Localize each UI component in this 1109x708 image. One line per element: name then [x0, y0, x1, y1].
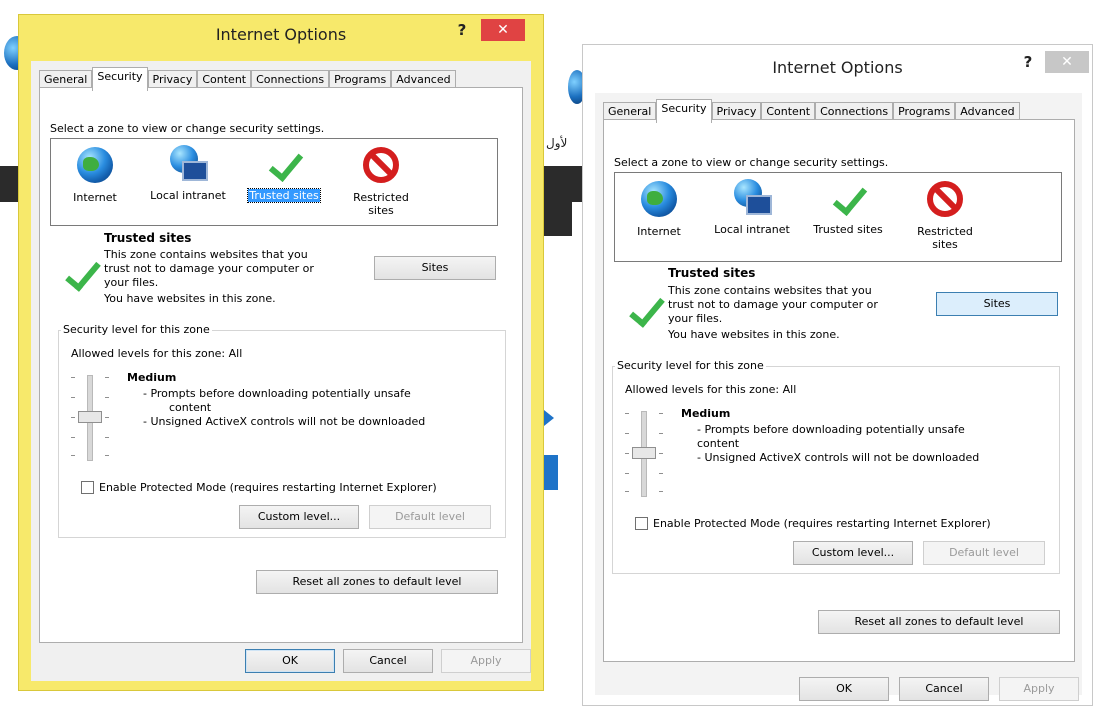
title-bar: Internet Options ? ✕ — [583, 45, 1092, 85]
background-dark-strip — [544, 166, 582, 202]
sites-button[interactable]: Sites — [936, 292, 1058, 316]
tab-security[interactable]: Security — [656, 99, 712, 123]
reset-all-zones-button[interactable]: Reset all zones to default level — [256, 570, 498, 594]
background-arrow-icon — [544, 410, 554, 426]
group-title: Security level for this zone — [615, 359, 766, 372]
level-description: - Prompts before downloading potentially… — [143, 387, 411, 400]
level-name: Medium — [127, 371, 177, 384]
close-button[interactable]: ✕ — [1045, 51, 1089, 73]
zone-restricted-sites[interactable]: Restricted sites — [905, 179, 985, 251]
zone-internet[interactable]: Internet — [65, 145, 125, 204]
allowed-levels: Allowed levels for this zone: All — [625, 383, 797, 396]
zone-internet[interactable]: Internet — [629, 179, 689, 238]
zone-description: trust not to damage your computer or — [104, 262, 314, 275]
trusted-sites-icon — [60, 256, 100, 296]
security-slider-thumb[interactable] — [632, 447, 656, 459]
checkmark-icon — [828, 179, 868, 219]
security-panel: Select a zone to view or change security… — [603, 119, 1075, 662]
tab-strip: General Security Privacy Content Connect… — [603, 99, 1020, 123]
tab-strip: General Security Privacy Content Connect… — [39, 67, 456, 91]
background-arabic-text: لأول — [546, 136, 568, 150]
close-button[interactable]: ✕ — [481, 19, 525, 41]
level-description: - Unsigned ActiveX controls will not be … — [143, 415, 426, 428]
security-level-group: Security level for this zone Allowed lev… — [612, 359, 1060, 574]
zone-description: You have websites in this zone. — [668, 328, 840, 341]
default-level-button[interactable]: Default level — [923, 541, 1045, 565]
globe-icon — [77, 147, 113, 183]
zone-title: Trusted sites — [104, 231, 192, 245]
zone-prompt: Select a zone to view or change security… — [50, 122, 325, 135]
zone-trusted-sites[interactable]: Trusted sites — [239, 145, 329, 203]
ok-button[interactable]: OK — [245, 649, 335, 673]
zone-description: your files. — [104, 276, 159, 289]
cancel-button[interactable]: Cancel — [343, 649, 433, 673]
title-bar: Internet Options ? ✕ — [19, 15, 543, 55]
background-dark-strip — [0, 166, 18, 202]
zone-description: You have websites in this zone. — [104, 292, 276, 305]
apply-button[interactable]: Apply — [999, 677, 1079, 701]
group-title: Security level for this zone — [61, 323, 212, 336]
zone-label: Restricted sites — [353, 191, 409, 217]
background-blue-shape — [544, 455, 558, 490]
restricted-icon — [927, 181, 963, 217]
zone-local-intranet[interactable]: Local intranet — [707, 179, 797, 236]
custom-level-button[interactable]: Custom level... — [239, 505, 359, 529]
checkmark-icon — [264, 145, 304, 185]
zone-local-intranet[interactable]: Local intranet — [143, 145, 233, 202]
zone-description: trust not to damage your computer or — [668, 298, 878, 311]
intranet-icon — [168, 145, 208, 185]
background-dark-strip — [544, 200, 572, 236]
zone-label: Internet — [637, 225, 681, 238]
zone-title: Trusted sites — [668, 266, 756, 280]
internet-options-dialog: Internet Options ? ✕ General Security Pr… — [582, 44, 1093, 706]
protected-mode-checkbox[interactable] — [635, 517, 648, 530]
ok-button[interactable]: OK — [799, 677, 889, 701]
zone-label: Trusted sites — [247, 188, 321, 203]
zone-label: Local intranet — [150, 189, 226, 202]
trusted-sites-icon — [624, 292, 664, 332]
security-slider-thumb[interactable] — [78, 411, 102, 423]
protected-mode-label: Enable Protected Mode (requires restarti… — [653, 517, 991, 530]
tab-security[interactable]: Security — [92, 67, 148, 91]
apply-button[interactable]: Apply — [441, 649, 531, 673]
globe-icon — [641, 181, 677, 217]
protected-mode-label: Enable Protected Mode (requires restarti… — [99, 481, 437, 494]
zone-prompt: Select a zone to view or change security… — [614, 156, 889, 169]
level-description: content — [697, 437, 740, 450]
custom-level-button[interactable]: Custom level... — [793, 541, 913, 565]
internet-options-dialog: Internet Options ? ✕ General Security Pr… — [18, 14, 544, 691]
intranet-icon — [732, 179, 772, 219]
level-name: Medium — [681, 407, 731, 420]
reset-all-zones-button[interactable]: Reset all zones to default level — [818, 610, 1060, 634]
zone-description: This zone contains websites that you — [104, 248, 308, 261]
zone-label: Restricted sites — [917, 225, 973, 251]
protected-mode-checkbox[interactable] — [81, 481, 94, 494]
zone-list: Internet Local intranet Trusted sites Re… — [614, 172, 1062, 262]
zone-restricted-sites[interactable]: Restricted sites — [341, 145, 421, 217]
zone-label: Trusted sites — [813, 223, 883, 236]
level-description: content — [169, 401, 212, 414]
cancel-button[interactable]: Cancel — [899, 677, 989, 701]
zone-trusted-sites[interactable]: Trusted sites — [803, 179, 893, 236]
zone-label: Internet — [73, 191, 117, 204]
dialog-client: General Security Privacy Content Connect… — [31, 61, 531, 681]
zone-label: Local intranet — [714, 223, 790, 236]
restricted-icon — [363, 147, 399, 183]
zone-description: your files. — [668, 312, 723, 325]
help-button[interactable]: ? — [451, 21, 473, 39]
allowed-levels: Allowed levels for this zone: All — [71, 347, 243, 360]
security-level-group: Security level for this zone Allowed lev… — [58, 323, 506, 538]
help-button[interactable]: ? — [1017, 53, 1039, 71]
level-description: - Unsigned ActiveX controls will not be … — [697, 451, 980, 464]
security-panel: Select a zone to view or change security… — [39, 87, 523, 643]
dialog-title: Internet Options — [772, 58, 903, 77]
zone-list: Internet Local intranet Trusted sites Re… — [50, 138, 498, 226]
level-description: - Prompts before downloading potentially… — [697, 423, 965, 436]
sites-button[interactable]: Sites — [374, 256, 496, 280]
dialog-client: General Security Privacy Content Connect… — [595, 93, 1082, 701]
default-level-button[interactable]: Default level — [369, 505, 491, 529]
zone-description: This zone contains websites that you — [668, 284, 872, 297]
